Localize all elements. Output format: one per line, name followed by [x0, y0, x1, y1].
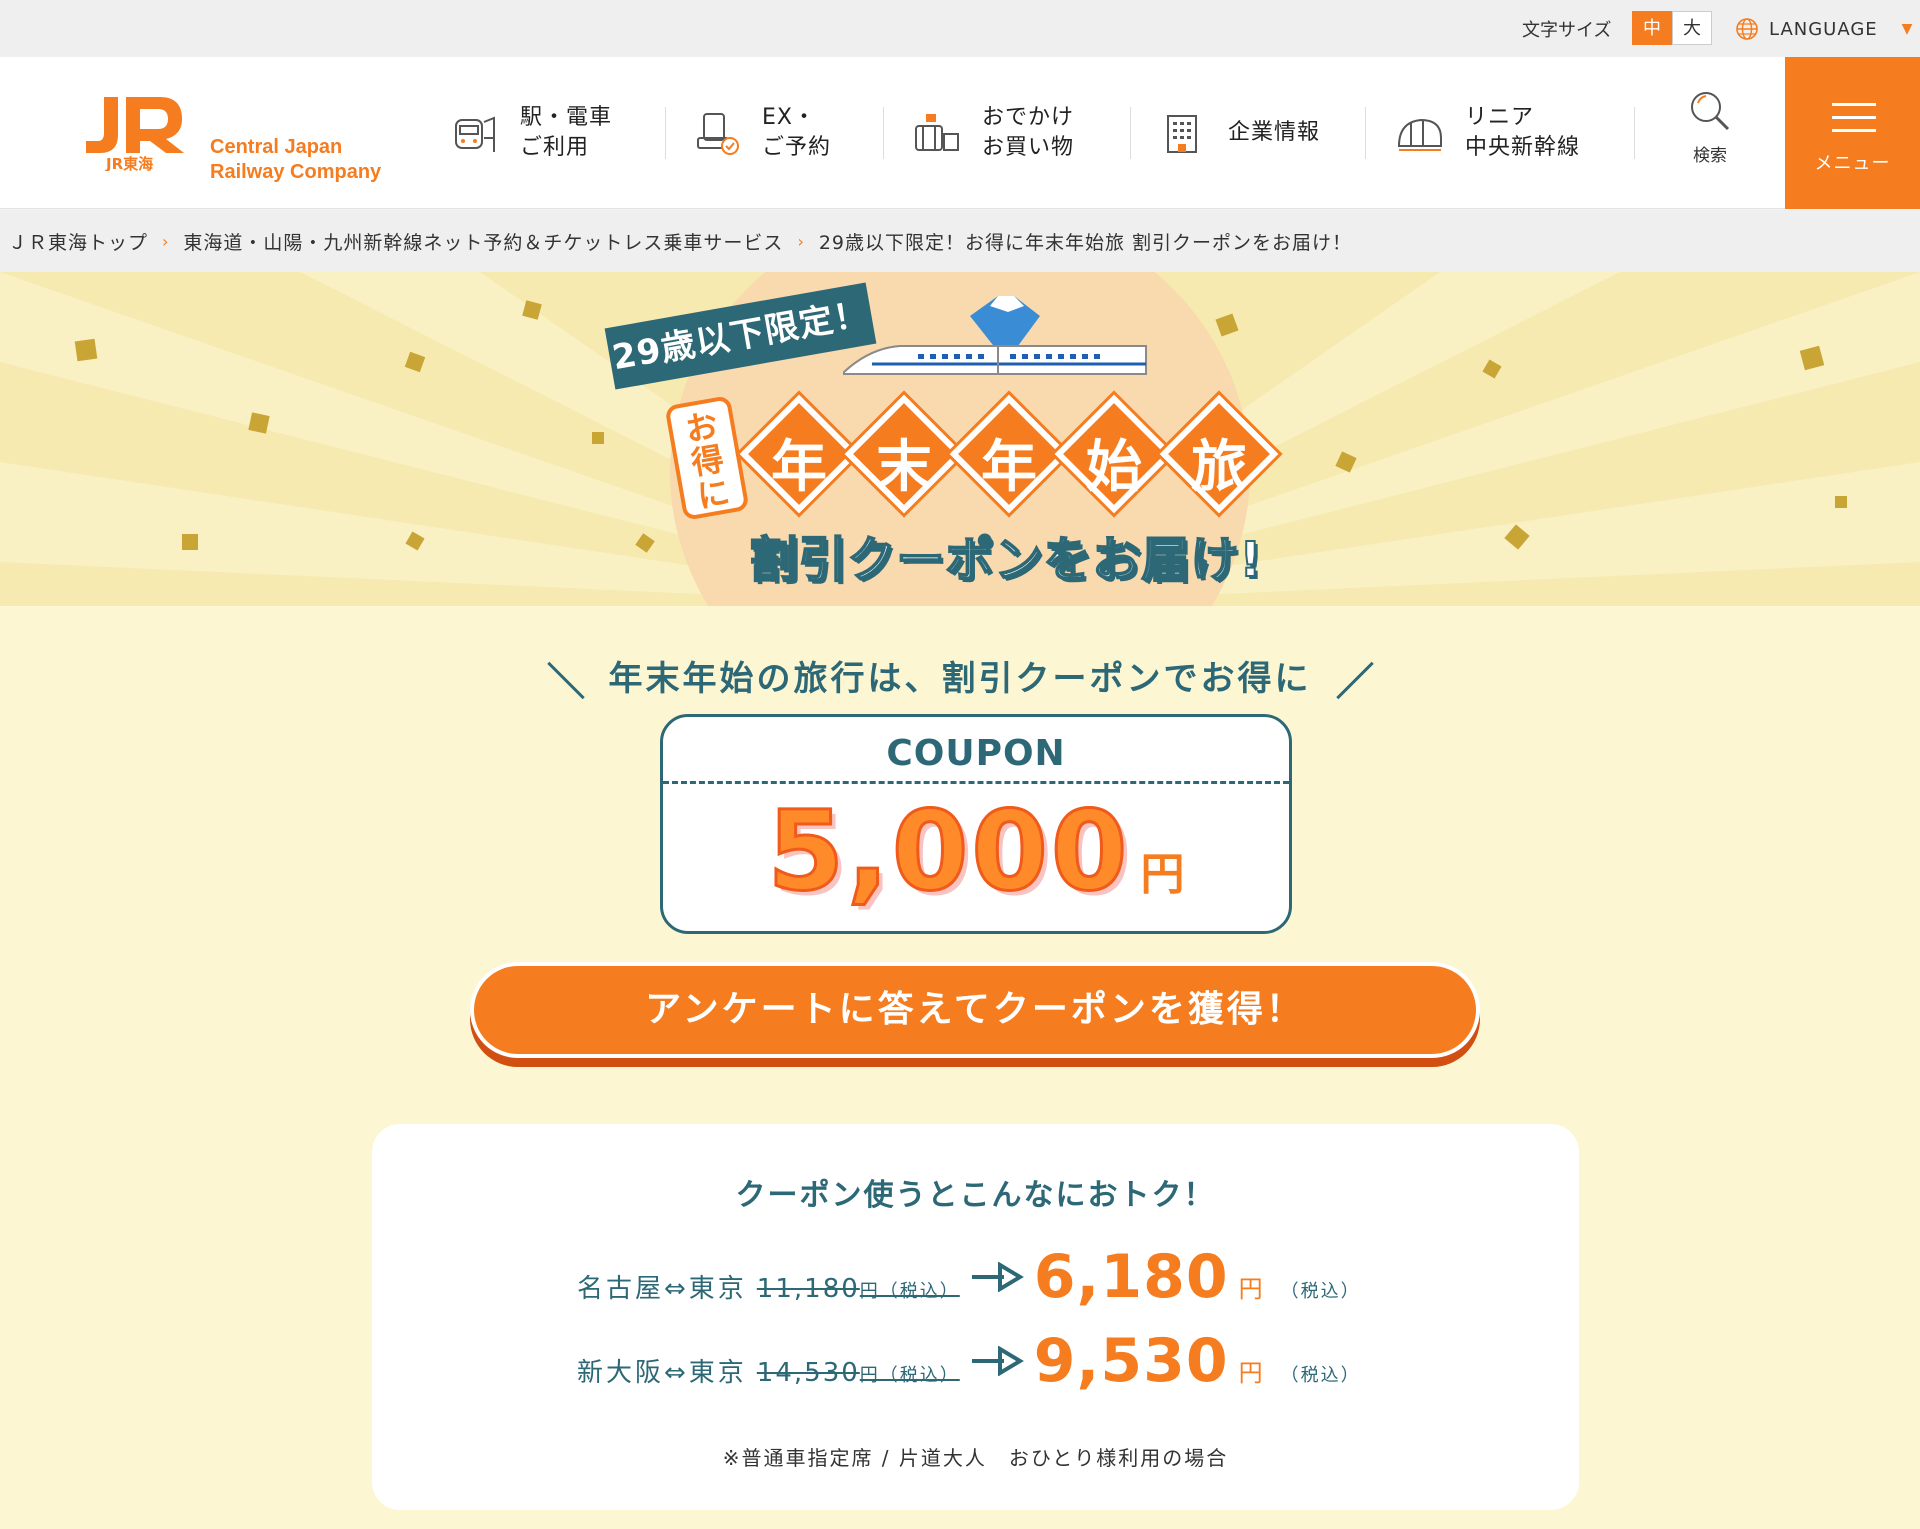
coupon-amount-yen: 円 [1140, 849, 1185, 900]
get-coupon-button[interactable]: アンケートに答えてクーポンを獲得！ [470, 962, 1480, 1058]
nav-label-maglev: リニア 中央新幹線 [1465, 105, 1581, 160]
building-icon [1167, 115, 1197, 153]
nav-divider [1634, 107, 1635, 159]
tax-included-label: （税込） [1280, 1281, 1361, 1302]
hamburger-icon [1832, 103, 1876, 142]
hero-kanji-3: 年 [949, 394, 1069, 514]
language-label: LANGUAGE [1769, 18, 1878, 40]
travel-shopping-icon [915, 114, 959, 151]
lead-heading: 年末年始の旅行は、割引クーポンでお得に [0, 651, 1920, 700]
utility-bar: 文字サイズ 中 大 LANGUAGE ▼ [0, 0, 1920, 57]
arrow-right-icon [971, 1346, 1024, 1376]
chevron-down-icon: ▼ [1901, 21, 1914, 37]
breadcrumb-item-current: 29歳以下限定！お得に年末年始旅 割引クーポンをお届け！ [818, 231, 1353, 254]
price-row: 新大阪⇔東京 14,530円（税込） 9,530 円 （税込） [577, 1326, 1361, 1396]
route-label: 名古屋⇔東京 [577, 1274, 747, 1304]
nav-divider [665, 107, 666, 159]
coupon-title: COUPON [886, 733, 1066, 774]
train-icon [455, 116, 495, 152]
menu-button[interactable]: メニュー [1785, 57, 1920, 209]
route-label: 新大阪⇔東京 [577, 1358, 747, 1388]
discounted-price-yen: 円 [1238, 1359, 1263, 1387]
discounted-price: 6,180 [1033, 1242, 1229, 1312]
chevron-right-icon: › [797, 231, 805, 251]
font-size-large-button[interactable]: 大 [1672, 11, 1712, 45]
nav-item-corporate-info[interactable]: 企業情報 [1158, 102, 1320, 164]
search-label: 検索 [1693, 146, 1727, 166]
discounted-price: 9,530 [1033, 1326, 1229, 1396]
shinkansen-illustration [843, 345, 1147, 375]
globe-icon [1736, 18, 1758, 40]
chevron-right-icon: › [162, 231, 170, 251]
hero-kanji-1: 年 [739, 394, 859, 514]
hero-kanji-4: 始 [1054, 394, 1174, 514]
savings-title: クーポン使うとこんなにおトク！ [735, 1178, 1216, 1213]
hero-kanji-2: 末 [844, 394, 964, 514]
font-size-label: 文字サイズ [1522, 20, 1612, 41]
logo-en-line2: Railway Company [210, 161, 382, 183]
tax-included-label: （税込） [1280, 1365, 1361, 1386]
logo-text: JR東海 [105, 155, 153, 171]
fare-note: ※普通車指定席 / 片道大人 おひとり様利用の場合 [722, 1446, 1229, 1470]
old-price: 11,180円（税込） [756, 1274, 960, 1304]
discounted-price-yen: 円 [1238, 1275, 1263, 1303]
hero-kanji-5: 旅 [1159, 394, 1279, 514]
old-price: 14,530円（税込） [756, 1358, 960, 1388]
lead-text: 年末年始の旅行は、割引クーポンでお得に [608, 659, 1312, 699]
search-icon [1691, 92, 1730, 131]
breadcrumb: ＪＲ東海トップ › 東海道・山陽・九州新幹線ネット予約＆チケットレス乗車サービス… [0, 210, 1920, 272]
nav-item-maglev[interactable]: リニア 中央新幹線 [1395, 102, 1580, 164]
nav-item-ex-reservation[interactable]: EX・ ご予約 [692, 102, 831, 164]
jr-logo-icon: JR東海 [86, 97, 184, 173]
breadcrumb-item-top[interactable]: ＪＲ東海トップ [8, 228, 148, 255]
font-size-medium-button[interactable]: 中 [1632, 11, 1672, 45]
hero-subtitle: 割引クーポンをお届け! [749, 531, 1263, 589]
decorative-slash [546, 661, 585, 700]
nav-divider [883, 107, 884, 159]
nav-label-station-train: 駅・電車 ご利用 [520, 105, 613, 160]
jr-central-logo[interactable]: JR東海 Central Japan Railway Company [84, 91, 414, 183]
coupon-divider [663, 781, 1289, 784]
menu-label: メニュー [1814, 153, 1891, 174]
coupon-amount: 5,000 円 [663, 786, 1289, 917]
arrow-right-icon [971, 1262, 1024, 1292]
site-header: JR東海 Central Japan Railway Company 駅・電車 … [0, 57, 1920, 209]
search-button[interactable]: 検索 [1680, 89, 1740, 166]
nav-label-corporate-info: 企業情報 [1228, 120, 1321, 145]
reservation-icon [697, 113, 739, 155]
logo-english-name: Central Japan Railway Company [210, 135, 381, 185]
nav-item-outing-shopping[interactable]: おでかけ お買い物 [912, 102, 1074, 164]
nav-label-ex-reservation: EX・ ご予約 [762, 105, 832, 160]
price-row: 名古屋⇔東京 11,180円（税込） 6,180 円 （税込） [577, 1242, 1361, 1312]
nav-item-station-train[interactable]: 駅・電車 ご利用 [450, 102, 612, 164]
coupon-box: COUPON 5,000 円 [660, 714, 1292, 934]
logo-en-line1: Central Japan [210, 136, 343, 158]
nav-divider [1130, 107, 1131, 159]
decorative-slash [1335, 661, 1374, 700]
nav-label-outing-shopping: おでかけ お買い物 [982, 105, 1075, 160]
language-selector[interactable]: LANGUAGE ▼ [1735, 14, 1913, 44]
coupon-amount-value: 5,000 [766, 786, 1131, 917]
maglev-icon [1397, 118, 1442, 151]
nav-divider [1365, 107, 1366, 159]
savings-card: クーポン使うとこんなにおトク！ 名古屋⇔東京 11,180円（税込） 6,180… [372, 1124, 1579, 1510]
breadcrumb-item-ex-service[interactable]: 東海道・山陽・九州新幹線ネット予約＆チケットレス乗車サービス [183, 228, 783, 255]
